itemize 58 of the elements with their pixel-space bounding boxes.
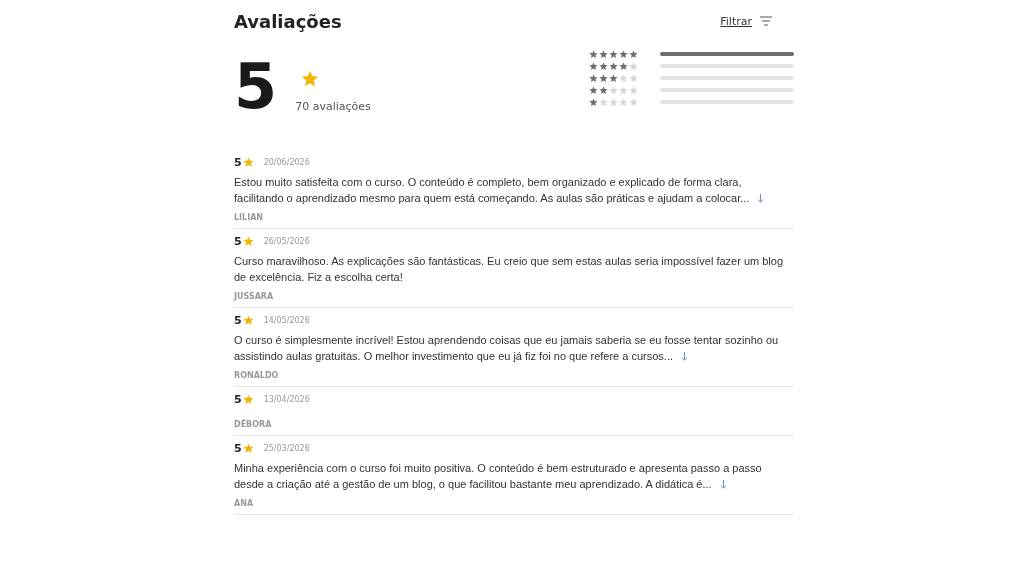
star-icon bbox=[589, 85, 598, 95]
star-icon bbox=[629, 85, 638, 95]
star-icon bbox=[589, 73, 598, 83]
filter-icon bbox=[760, 16, 772, 26]
star-icon bbox=[589, 49, 598, 59]
star-icon bbox=[619, 49, 628, 59]
star-icon bbox=[629, 49, 638, 59]
star-icon bbox=[599, 73, 608, 83]
page-title: Avaliações bbox=[234, 10, 342, 32]
star-icon bbox=[619, 97, 628, 107]
review-text: Estou muito satisfeita com o curso. O conteúdo é completo, bem organizado e explicado de forma clara, facilitando o aprendizado mesmo para quem está começando. As aulas são práticas e ajudam a colocar... bbox=[234, 174, 794, 206]
star-icon bbox=[619, 61, 628, 71]
review-author: RONALDO bbox=[234, 371, 280, 380]
review-date: 14/05/2026 bbox=[263, 316, 310, 325]
star-icon bbox=[619, 85, 628, 95]
star-icon bbox=[609, 97, 618, 107]
review-rating: 5 bbox=[234, 235, 242, 248]
review-text: Minha experiência com o curso foi muito positiva. O conteúdo é bem estruturado e apresenta passo a passo desde a criação até a gestão de um blog, o que facilitou bastante meu aprendizado. A didática é... bbox=[234, 461, 763, 492]
star-icon bbox=[629, 61, 638, 71]
review-rating: 5 bbox=[234, 393, 242, 406]
filter-button[interactable]: Filtrar bbox=[718, 12, 774, 30]
review-rating: 5 bbox=[234, 442, 242, 455]
star-icon bbox=[242, 315, 254, 326]
star-icon bbox=[599, 61, 608, 71]
expand-icon[interactable] bbox=[681, 352, 688, 361]
star-icon bbox=[629, 97, 638, 107]
review-rating: 5 bbox=[234, 156, 242, 169]
expand-icon[interactable] bbox=[757, 194, 765, 203]
star-icon bbox=[629, 73, 638, 83]
star-icon bbox=[301, 69, 320, 88]
star-icon bbox=[242, 236, 254, 247]
review-date: 13/04/2026 bbox=[263, 395, 310, 404]
review-text: Curso maravilhoso. As explicações são fantásticas. Eu creio que sem estas aulas seria impossível fazer um blog de excelência. Fiz a escolha certa! bbox=[234, 254, 785, 285]
review-author: ANA bbox=[234, 499, 255, 508]
review-date: 25/03/2026 bbox=[263, 444, 310, 453]
star-icon bbox=[242, 394, 254, 405]
review-date: 26/05/2026 bbox=[263, 237, 310, 246]
average-score: 5 bbox=[234, 56, 278, 118]
star-icon bbox=[589, 97, 598, 107]
star-icon bbox=[609, 61, 618, 71]
star-icon bbox=[599, 85, 608, 95]
star-icon bbox=[609, 85, 618, 95]
star-icon bbox=[242, 157, 254, 168]
star-icon bbox=[589, 61, 598, 71]
review-author: LILIAN bbox=[234, 213, 265, 222]
star-icon bbox=[609, 73, 618, 83]
review-date: 20/06/2026 bbox=[263, 158, 310, 167]
review-rating: 5 bbox=[234, 314, 242, 327]
star-icon bbox=[242, 443, 254, 454]
star-icon bbox=[619, 73, 628, 83]
expand-icon[interactable] bbox=[719, 480, 727, 489]
star-icon bbox=[599, 97, 608, 107]
review-count: 70 avaliações bbox=[295, 99, 371, 113]
star-icon bbox=[609, 49, 618, 59]
review-text: O curso é simplesmente incrível! Estou aprendendo coisas que eu jamais saberia se eu fosse tentar sozinho ou assistindo aulas gratuitas. O melhor investimento que eu já fiz foi no que refere a cursos... bbox=[234, 333, 780, 364]
star-icon bbox=[599, 49, 608, 59]
review-author: JUSSARA bbox=[234, 292, 275, 301]
review-author: DÉBORA bbox=[234, 420, 273, 429]
